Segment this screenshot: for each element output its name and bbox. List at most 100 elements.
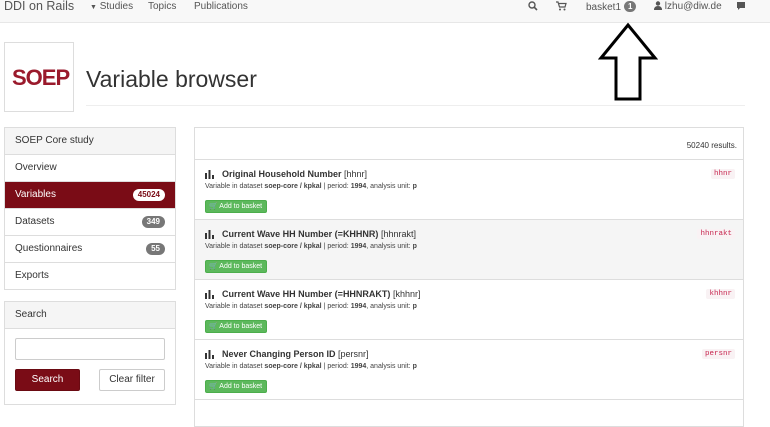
variable-code: persnr	[701, 349, 735, 359]
meta-prefix: Variable in dataset	[205, 363, 265, 370]
result-title[interactable]: Current Wave HH Number (=KHHNR) [hhnrakt…	[222, 229, 416, 239]
result-title[interactable]: Never Changing Person ID [persnr]	[222, 349, 369, 359]
add-to-basket-button[interactable]: 🛒 Add to basket	[205, 380, 268, 393]
meta-dataset: soep-core / kpkal	[264, 183, 322, 190]
logo-text: SOEP	[12, 65, 70, 90]
up-arrow-annotation	[598, 22, 658, 101]
meta-dataset: soep-core / kpkal	[264, 243, 322, 250]
search-icon[interactable]	[528, 1, 538, 15]
nav-basket[interactable]: basket1 1	[586, 1, 637, 14]
sidebar-item-label: Datasets	[15, 216, 55, 227]
caret-down-icon: ▼	[90, 4, 97, 11]
variable-name: [persnr]	[338, 349, 369, 359]
sidebar-item-label: Variables	[15, 189, 56, 200]
basket-label: basket1	[586, 2, 622, 13]
results-count: 50240 results.	[686, 141, 737, 150]
result-meta: Variable in dataset soep-core / kpkal | …	[205, 183, 417, 190]
result-meta: Variable in dataset soep-core / kpkal | …	[205, 363, 417, 370]
meta-unit-label: , analysis unit:	[366, 363, 413, 370]
meta-period-label: | period:	[321, 303, 351, 310]
cart-icon: 🛒	[209, 383, 218, 390]
nav-user[interactable]: lzhu@diw.de	[654, 1, 722, 13]
add-to-basket-button[interactable]: 🛒 Add to basket	[205, 320, 268, 333]
study-nav-heading: SOEP Core study	[5, 128, 175, 155]
top-navbar: DDI on Rails ▼ Studies Topics Publicatio…	[0, 0, 770, 23]
meta-unit: p	[412, 243, 417, 250]
study-nav-panel: SOEP Core study Overview Variables 45024 …	[4, 127, 176, 290]
sidebar-item-exports[interactable]: Exports	[5, 263, 175, 289]
sidebar-item-label: Overview	[15, 162, 57, 173]
result-title[interactable]: Original Household Number [hhnr]	[222, 169, 367, 179]
meta-period: 1994	[350, 363, 367, 370]
result-meta: Variable in dataset soep-core / kpkal | …	[205, 303, 417, 310]
result-item: Original Household Number [hhnr] Variabl…	[195, 160, 743, 220]
cart-icon: 🛒	[209, 323, 218, 330]
result-title[interactable]: Current Wave HH Number (=HHNRAKT) [khhnr…	[222, 289, 420, 299]
meta-prefix: Variable in dataset	[205, 303, 265, 310]
meta-unit: p	[412, 183, 417, 190]
variable-name: [khhnr]	[392, 289, 421, 299]
meta-unit: p	[412, 363, 417, 370]
results-panel: 50240 results. Original Household Number…	[194, 127, 744, 427]
meta-dataset: soep-core / kpkal	[264, 363, 322, 370]
variable-name: [hhnr]	[344, 169, 368, 179]
add-to-basket-button[interactable]: 🛒 Add to basket	[205, 200, 268, 213]
bar-chart-icon	[205, 170, 214, 179]
add-to-basket-label: Add to basket	[219, 383, 263, 390]
title-divider	[86, 105, 745, 106]
add-to-basket-button[interactable]: 🛒 Add to basket	[205, 260, 268, 273]
bar-chart-icon	[205, 350, 214, 359]
nav-studies-dropdown[interactable]: ▼ Studies	[90, 1, 133, 14]
nav-publications[interactable]: Publications	[194, 1, 248, 13]
meta-unit: p	[412, 303, 417, 310]
add-to-basket-label: Add to basket	[219, 203, 263, 210]
cart-icon: 🛒	[209, 203, 218, 210]
sidebar-item-datasets[interactable]: Datasets 349	[5, 209, 175, 236]
questionnaires-count-badge: 55	[146, 243, 165, 255]
cart-icon: 🛒	[209, 263, 218, 270]
variable-label: Original Household Number	[222, 169, 342, 179]
meta-period: 1994	[350, 303, 367, 310]
variable-label: Current Wave HH Number (=KHHNR)	[222, 229, 379, 239]
meta-period-label: | period:	[321, 183, 351, 190]
bar-chart-icon	[205, 290, 214, 299]
variable-label: Current Wave HH Number (=HHNRAKT)	[222, 289, 391, 299]
variable-label: Never Changing Person ID	[222, 349, 336, 359]
variable-code: hhnrakt	[697, 229, 735, 239]
cart-icon[interactable]	[556, 1, 567, 15]
search-input[interactable]	[15, 338, 165, 360]
brand-link[interactable]: DDI on Rails	[4, 0, 74, 13]
nav-topics[interactable]: Topics	[148, 1, 176, 13]
bar-chart-icon	[205, 230, 214, 239]
result-item: Current Wave HH Number (=HHNRAKT) [khhnr…	[195, 280, 743, 340]
nav-studies-label: Studies	[99, 1, 134, 12]
meta-unit-label: , analysis unit:	[366, 303, 413, 310]
search-heading: Search	[5, 302, 175, 329]
basket-count-badge: 1	[624, 1, 637, 12]
variables-count-badge: 45024	[132, 189, 165, 201]
meta-period-label: | period:	[321, 363, 351, 370]
user-icon	[654, 1, 662, 10]
search-button[interactable]: Search	[15, 369, 80, 391]
sidebar-item-variables[interactable]: Variables 45024	[5, 182, 175, 209]
datasets-count-badge: 349	[141, 216, 165, 228]
meta-dataset: soep-core / kpkal	[264, 303, 322, 310]
soep-logo: SOEP	[4, 42, 74, 112]
variable-code: hhnr	[710, 169, 735, 179]
page-title: Variable browser	[86, 66, 257, 92]
meta-prefix: Variable in dataset	[205, 183, 265, 190]
sidebar-item-label: Exports	[15, 270, 49, 281]
meta-period: 1994	[350, 243, 367, 250]
result-item: Never Changing Person ID [persnr] Variab…	[195, 340, 743, 400]
meta-unit-label: , analysis unit:	[366, 243, 413, 250]
user-email: lzhu@diw.de	[664, 1, 722, 12]
sidebar-item-overview[interactable]: Overview	[5, 155, 175, 182]
add-to-basket-label: Add to basket	[219, 323, 263, 330]
clear-filter-button[interactable]: Clear filter	[99, 369, 165, 391]
meta-period-label: | period:	[321, 243, 351, 250]
sidebar-item-label: Questionnaires	[15, 243, 83, 254]
comment-icon[interactable]	[736, 1, 746, 15]
sidebar-item-questionnaires[interactable]: Questionnaires 55	[5, 236, 175, 263]
add-to-basket-label: Add to basket	[219, 263, 263, 270]
search-panel: Search Search Clear filter	[4, 301, 176, 405]
